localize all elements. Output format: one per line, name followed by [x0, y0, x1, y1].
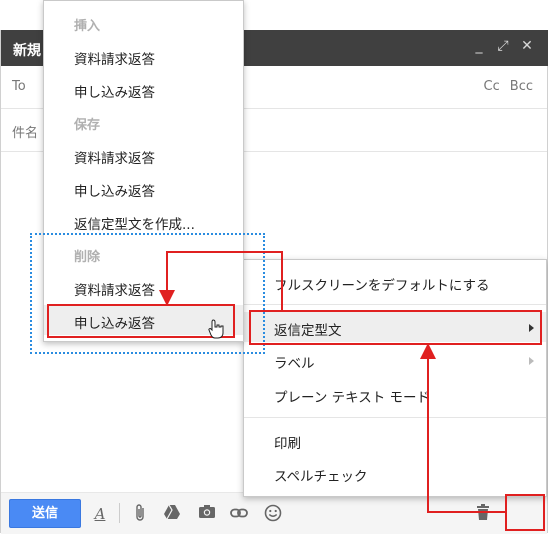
- menu-item-plain-text-mode[interactable]: プレーン テキスト モード: [244, 379, 546, 409]
- emoji-icon[interactable]: [263, 504, 283, 524]
- save-item-document-request[interactable]: 資料請求返答: [44, 140, 243, 170]
- window-controls: _ ⤢ ✕: [471, 38, 535, 54]
- menu-item-label: プレーン テキスト モード: [274, 390, 431, 406]
- toolbar-divider: [119, 503, 120, 523]
- menu-divider: [244, 417, 546, 418]
- save-header-label: 保存: [74, 118, 101, 133]
- to-label: To: [12, 79, 26, 94]
- submenu-arrow-icon: [529, 357, 534, 365]
- minimize-icon[interactable]: _: [471, 38, 487, 54]
- close-icon[interactable]: ✕: [519, 38, 535, 54]
- menu-item-print[interactable]: 印刷: [244, 425, 546, 455]
- menu-divider: [244, 304, 546, 305]
- cc-link[interactable]: Cc: [484, 79, 500, 94]
- menu-item-label-submenu[interactable]: ラベル: [244, 345, 546, 375]
- menu-item-label: 印刷: [274, 436, 301, 452]
- link-icon[interactable]: [229, 504, 249, 524]
- cc-bcc-links: Cc Bcc: [484, 79, 533, 94]
- canned-responses-highlight: [249, 310, 542, 345]
- bcc-link[interactable]: Bcc: [510, 79, 533, 94]
- formatting-icon[interactable]: A: [90, 504, 110, 524]
- menu-item-label: 申し込み返答: [74, 184, 155, 200]
- more-options-menu: フルスクリーンをデフォルトにする 返信定型文 ラベル プレーン テキスト モード…: [243, 259, 547, 497]
- menu-item-label: ラベル: [274, 356, 315, 372]
- menu-item-label: 資料請求返答: [74, 52, 155, 68]
- save-item-application[interactable]: 申し込み返答: [44, 173, 243, 203]
- send-button[interactable]: 送信: [9, 499, 81, 528]
- insert-item-document-request[interactable]: 資料請求返答: [44, 41, 243, 71]
- menu-item-label: フルスクリーンをデフォルトにする: [274, 278, 490, 294]
- save-header: 保存: [44, 107, 243, 137]
- delete-target-highlight: [47, 304, 235, 338]
- menu-item-spellcheck[interactable]: スペルチェック: [244, 458, 546, 488]
- expand-icon[interactable]: ⤢: [495, 38, 511, 54]
- paperclip-icon[interactable]: [131, 504, 151, 524]
- compose-toolbar: 送信 A: [1, 492, 547, 534]
- menu-item-label: 返信定型文を作成...: [74, 217, 195, 233]
- menu-item-label: 資料請求返答: [74, 151, 155, 167]
- insert-header: 挿入: [44, 8, 243, 38]
- save-item-create-new[interactable]: 返信定型文を作成...: [44, 206, 243, 236]
- trash-icon[interactable]: [473, 504, 493, 524]
- insert-item-application[interactable]: 申し込み返答: [44, 74, 243, 104]
- more-button-highlight: [505, 494, 545, 531]
- insert-header-label: 挿入: [74, 19, 101, 34]
- drive-icon[interactable]: [162, 504, 182, 524]
- menu-item-fullscreen-default[interactable]: フルスクリーンをデフォルトにする: [244, 267, 546, 297]
- subject-label: 件名: [12, 126, 39, 141]
- menu-item-label: スペルチェック: [274, 469, 368, 485]
- compose-title: 新規: [13, 43, 41, 59]
- menu-item-label: 申し込み返答: [74, 85, 155, 101]
- camera-icon[interactable]: [197, 504, 217, 524]
